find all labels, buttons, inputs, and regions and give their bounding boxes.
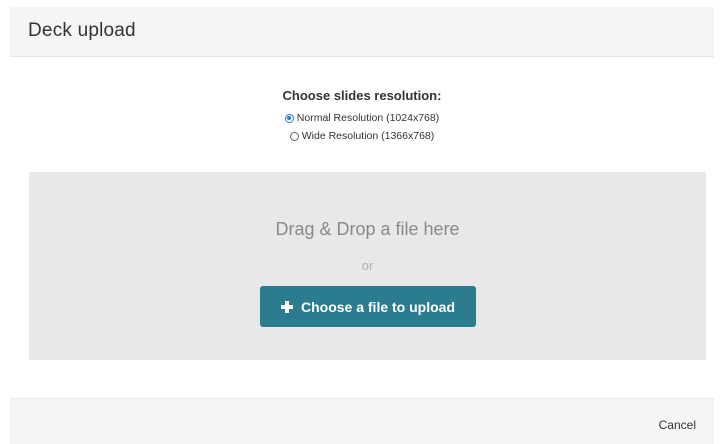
resolution-option-wide[interactable]: Wide Resolution (1366x768) (0, 127, 724, 145)
choose-file-button[interactable]: Choose a file to upload (260, 286, 476, 327)
resolution-option-normal[interactable]: Normal Resolution (1024x768) (0, 109, 724, 127)
deck-upload-dialog: Deck upload Choose slides resolution: No… (0, 0, 724, 444)
drag-drop-text: Drag & Drop a file here (275, 219, 460, 239)
resolution-title: Choose slides resolution: (282, 88, 442, 103)
resolution-section: Choose slides resolution: Normal Resolut… (0, 88, 724, 145)
cancel-button[interactable]: Cancel (659, 418, 696, 432)
file-dropzone[interactable]: Drag & Drop a file here or Choose a file… (29, 172, 706, 360)
radio-normal-label: Normal Resolution (1024x768) (296, 112, 440, 124)
plus-icon (280, 300, 293, 313)
radio-wide-resolution[interactable] (289, 131, 299, 141)
dialog-title: Deck upload (28, 20, 136, 41)
dialog-footer: Cancel (10, 398, 714, 444)
radio-normal-resolution[interactable] (284, 113, 294, 123)
or-separator: or (361, 258, 374, 273)
dialog-header: Deck upload (10, 7, 714, 57)
choose-file-label: Choose a file to upload (300, 298, 455, 315)
radio-wide-label: Wide Resolution (1366x768) (301, 130, 435, 142)
